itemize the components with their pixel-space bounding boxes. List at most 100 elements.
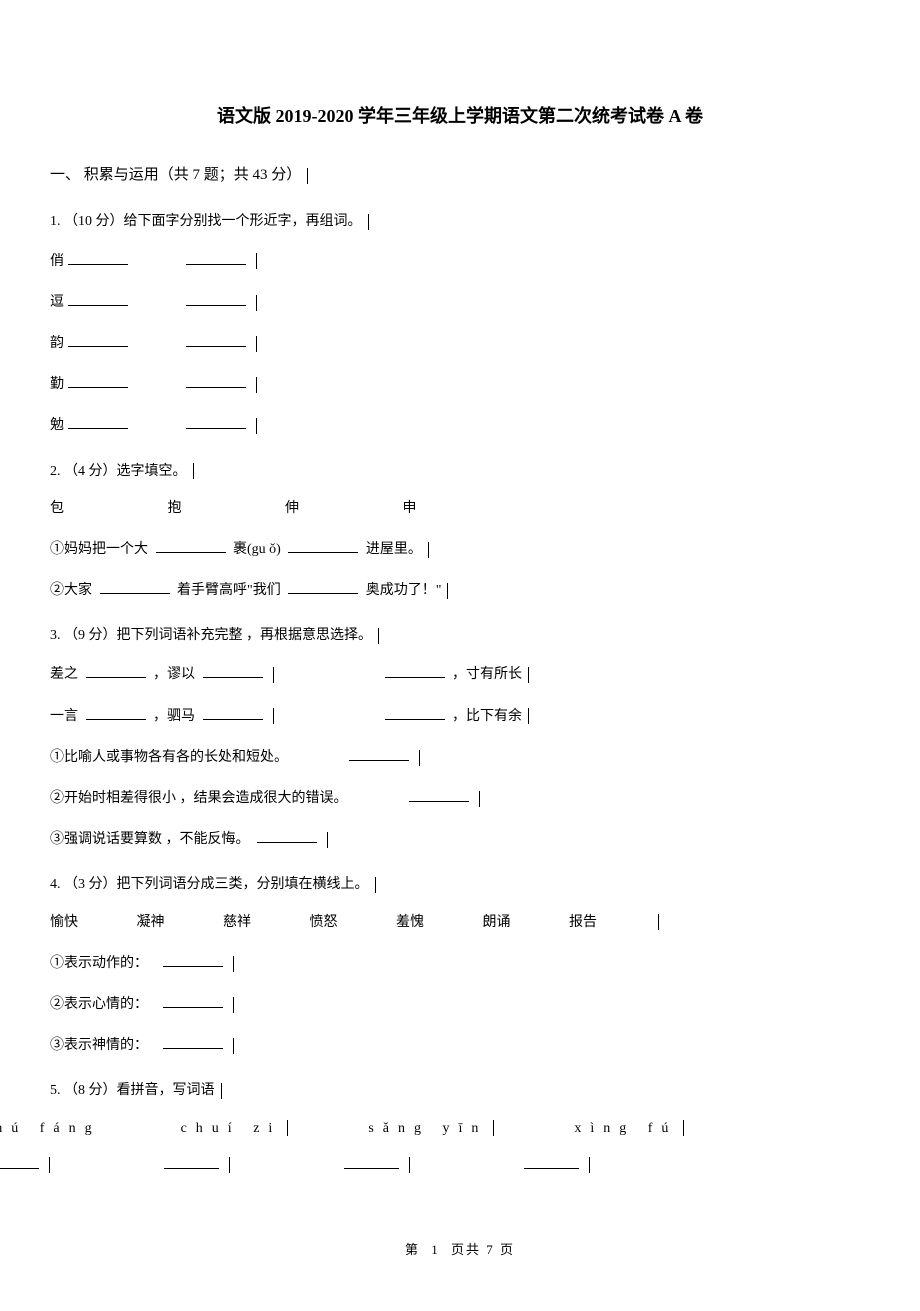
q2-line-2: ②大家 着手臂高呼"我们 奥成功了！" <box>50 576 870 603</box>
q3-prompt-text: 3. （9 分）把下列词语补充完整 ，再根据意思选择。 <box>50 628 372 643</box>
q3-desc-3: ③强调说话要算数 ，不能反悔。 <box>50 825 870 852</box>
q2-l2-b: 着手臂高呼"我们 <box>177 583 281 598</box>
q1-line-2: 逗 <box>50 288 870 315</box>
blank-input[interactable] <box>68 370 128 388</box>
cursor-marker <box>287 1120 288 1136</box>
blank-input[interactable] <box>349 743 409 761</box>
q4-word-1: 愉快 <box>50 910 78 935</box>
blank-input[interactable] <box>68 411 128 429</box>
blank-input[interactable] <box>385 660 445 678</box>
q2-opt-d: 申 <box>403 501 417 516</box>
q3-l1-a: 差之 <box>50 667 78 682</box>
q5-pinyin-row: chú fáng chuí zi sǎng yīn xìng fú <box>0 1116 870 1141</box>
q3-desc3-text: ③强调说话要算数 ，不能反悔。 <box>50 832 250 847</box>
blank-input[interactable] <box>344 1151 399 1169</box>
page-footer: 第 1 页共 7 页 <box>50 1238 870 1261</box>
cursor-marker <box>256 253 257 269</box>
cursor-marker <box>528 667 529 683</box>
blank-input[interactable] <box>288 576 358 594</box>
cursor-marker <box>233 956 234 972</box>
blank-input[interactable] <box>100 576 170 594</box>
blank-input[interactable] <box>68 288 128 306</box>
q1-prompt: 1. （10 分）给下面字分别找一个形近字，再组词。 <box>50 209 870 234</box>
cursor-marker <box>256 336 257 352</box>
q3-l2-a: 一言 <box>50 709 78 724</box>
blank-input[interactable] <box>186 370 246 388</box>
q5-prompt-text: 5. （8 分）看拼音，写词语 <box>50 1083 215 1098</box>
q3-desc-2: ②开始时相差得很小 ，结果会造成很大的错误。 <box>50 784 870 811</box>
q2-l1-a: ①妈妈把一个大 <box>50 542 148 557</box>
q4-prompt-text: 4. （3 分）把下列词语分成三类，分别填在横线上。 <box>50 877 369 892</box>
blank-input[interactable] <box>163 990 223 1008</box>
q3-line-1: 差之 ，谬以 ，寸有所长 <box>50 660 870 687</box>
blank-input[interactable] <box>186 247 246 265</box>
cursor-marker <box>658 914 659 930</box>
blank-input[interactable] <box>385 702 445 720</box>
blank-input[interactable] <box>156 535 226 553</box>
q4-l3-text: ③表示神情的： <box>50 1038 148 1053</box>
q4-line-2: ②表示心情的： <box>50 990 870 1017</box>
cursor-marker <box>221 1083 222 1099</box>
blank-input[interactable] <box>163 1031 223 1049</box>
footer-page-num: 1 <box>431 1242 440 1257</box>
q2-opt-c: 伸 <box>285 501 299 516</box>
q2-l1-b: 裹(gu ǒ) <box>233 542 281 557</box>
cursor-marker <box>327 832 328 848</box>
question-4: 4. （3 分）把下列词语分成三类，分别填在横线上。 愉快 凝神 慈祥 愤怒 羞… <box>50 872 870 1058</box>
blank-input[interactable] <box>288 535 358 553</box>
q5-prompt: 5. （8 分）看拼音，写词语 <box>50 1078 870 1103</box>
q1-char-4: 勤 <box>50 377 64 392</box>
q1-char-1: 俏 <box>50 254 64 269</box>
cursor-marker <box>273 667 274 683</box>
blank-input[interactable] <box>257 825 317 843</box>
footer-pre: 第 <box>405 1242 420 1257</box>
blank-input[interactable] <box>186 411 246 429</box>
q4-word-5: 羞愧 <box>396 910 424 935</box>
q4-l1-text: ①表示动作的： <box>50 956 148 971</box>
blank-input[interactable] <box>68 247 128 265</box>
q3-l1-c: ，寸有所长 <box>452 667 522 682</box>
q4-line-3: ③表示神情的： <box>50 1031 870 1058</box>
cursor-marker <box>493 1120 494 1136</box>
q4-word-2: 凝神 <box>137 910 165 935</box>
cursor-marker <box>256 418 257 434</box>
q2-l2-a: ②大家 <box>50 583 92 598</box>
blank-input[interactable] <box>163 949 223 967</box>
blank-input[interactable] <box>203 702 263 720</box>
blank-input[interactable] <box>86 702 146 720</box>
q4-line-1: ①表示动作的： <box>50 949 870 976</box>
blank-input[interactable] <box>0 1151 39 1169</box>
cursor-marker <box>528 708 529 724</box>
footer-post: 页共 7 页 <box>451 1242 515 1257</box>
q5-py-2: chuí zi <box>181 1121 282 1136</box>
cursor-marker <box>378 628 379 644</box>
blank-input[interactable] <box>524 1151 579 1169</box>
blank-input[interactable] <box>409 784 469 802</box>
q4-word-3: 慈祥 <box>223 910 251 935</box>
q4-l2-text: ②表示心情的： <box>50 997 148 1012</box>
blank-input[interactable] <box>186 288 246 306</box>
question-2: 2. （4 分）选字填空。 包 抱 伸 申 ①妈妈把一个大 裹(gu ǒ) 进屋… <box>50 459 870 604</box>
blank-input[interactable] <box>186 329 246 347</box>
blank-input[interactable] <box>164 1151 219 1169</box>
q2-options: 包 抱 伸 申 <box>50 496 870 521</box>
cursor-marker <box>233 1038 234 1054</box>
q4-words: 愉快 凝神 慈祥 愤怒 羞愧 朗诵 报告 <box>50 910 870 935</box>
q5-blank-row <box>0 1151 870 1178</box>
blank-input[interactable] <box>203 660 263 678</box>
cursor-marker <box>375 877 376 893</box>
cursor-marker <box>447 583 448 599</box>
q1-line-4: 勤 <box>50 370 870 397</box>
q2-prompt: 2. （4 分）选字填空。 <box>50 459 870 484</box>
q3-l2-c: ，比下有余 <box>452 709 522 724</box>
page-title: 语文版 2019-2020 学年三年级上学期语文第二次统考试卷 A 卷 <box>50 100 870 132</box>
q2-opt-b: 抱 <box>168 501 182 516</box>
blank-input[interactable] <box>68 329 128 347</box>
q1-line-5: 勉 <box>50 411 870 438</box>
cursor-marker <box>256 295 257 311</box>
q3-desc-1: ①比喻人或事物各有各的长处和短处。 <box>50 743 870 770</box>
blank-input[interactable] <box>86 660 146 678</box>
q2-line-1: ①妈妈把一个大 裹(gu ǒ) 进屋里。 <box>50 535 870 562</box>
cursor-marker <box>428 542 429 558</box>
q1-prompt-text: 1. （10 分）给下面字分别找一个形近字，再组词。 <box>50 214 362 229</box>
